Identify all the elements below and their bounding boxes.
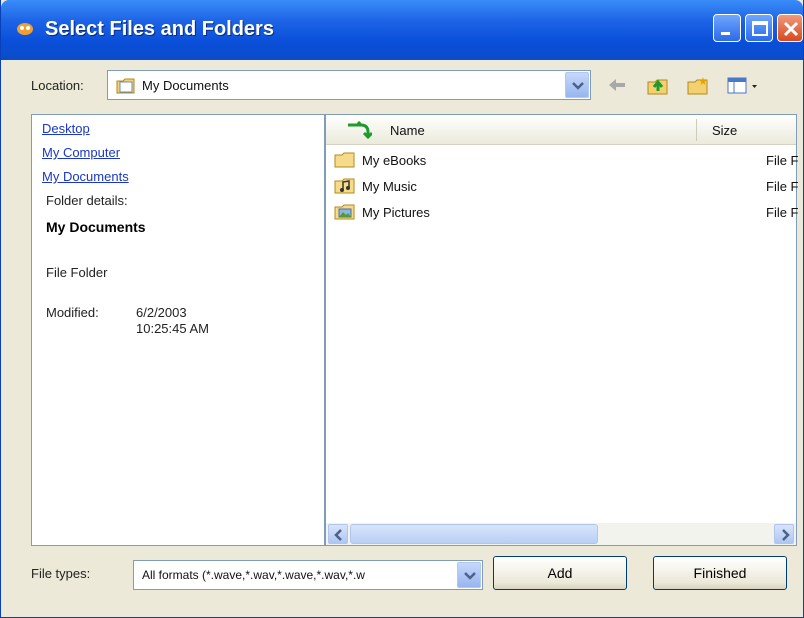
link-my-computer[interactable]: My Computer <box>42 145 120 160</box>
list-item[interactable]: My Pictures File F <box>332 201 799 225</box>
close-icon <box>783 21 799 37</box>
horizontal-scrollbar[interactable] <box>326 523 796 545</box>
new-folder-icon[interactable] <box>687 76 709 96</box>
chevron-down-icon <box>464 572 476 580</box>
title-bar[interactable]: Select Files and Folders <box>1 0 803 60</box>
scroll-thumb[interactable] <box>350 524 598 544</box>
file-types-label: File types: <box>31 566 91 581</box>
link-desktop[interactable]: Desktop <box>42 121 90 136</box>
chevron-down-icon <box>572 82 584 90</box>
location-dropdown-button[interactable] <box>565 72 589 98</box>
folder-details-label: Folder details: <box>46 193 128 208</box>
file-type: File F <box>766 153 799 168</box>
column-header: Name Size <box>326 115 796 145</box>
select-files-dialog: Select Files and Folders Location: My Do… <box>0 0 804 618</box>
file-type: File F <box>766 205 799 220</box>
chevron-left-icon <box>334 529 342 541</box>
location-dropdown[interactable]: My Documents <box>107 70 591 100</box>
scroll-right-button[interactable] <box>774 524 794 544</box>
modified-label: Modified: <box>46 305 99 320</box>
file-name: My eBooks <box>362 153 427 168</box>
list-item[interactable]: My Music File F <box>332 175 799 199</box>
file-name: My Pictures <box>362 205 430 220</box>
maximize-button[interactable] <box>745 14 773 42</box>
close-button[interactable] <box>777 14 803 42</box>
file-name: My Music <box>362 179 417 194</box>
location-value: My Documents <box>142 78 229 93</box>
file-types-dropdown-button[interactable] <box>457 562 481 588</box>
window-title: Select Files and Folders <box>45 18 274 40</box>
my-documents-icon <box>116 78 135 94</box>
view-menu-icon[interactable] <box>727 76 763 96</box>
folder-name: My Documents <box>46 219 146 235</box>
column-name[interactable]: Name <box>390 123 425 138</box>
list-item[interactable]: My eBooks File F <box>332 149 799 173</box>
link-my-documents[interactable]: My Documents <box>42 169 129 184</box>
file-types-dropdown[interactable]: All formats (*.wave,*.wav,*.wave,*.wav,*… <box>133 560 483 590</box>
minimize-icon <box>721 32 730 35</box>
maximize-icon <box>752 21 768 36</box>
minimize-button[interactable] <box>713 14 741 42</box>
add-button[interactable]: Add <box>493 556 627 590</box>
up-folder-icon[interactable] <box>647 76 669 96</box>
app-icon <box>17 23 33 35</box>
modified-date: 6/2/2003 <box>136 305 187 320</box>
file-type: File F <box>766 179 799 194</box>
folder-type: File Folder <box>46 265 108 280</box>
file-types-value: All formats (*.wave,*.wav,*.wave,*.wav,*… <box>142 568 365 582</box>
folder-details-pane: Desktop My Computer My Documents Folder … <box>31 114 325 546</box>
back-arrow-icon[interactable] <box>607 76 627 94</box>
location-label: Location: <box>31 78 84 93</box>
green-arrow-icon[interactable] <box>346 121 372 139</box>
music-folder-icon <box>334 178 355 194</box>
column-size[interactable]: Size <box>712 123 737 138</box>
finished-button[interactable]: Finished <box>653 556 787 590</box>
pictures-folder-icon <box>334 204 355 220</box>
chevron-right-icon <box>782 529 790 541</box>
file-list-pane[interactable]: Name Size My eBooks File F My Music File… <box>325 114 799 546</box>
modified-time: 10:25:45 AM <box>136 321 209 336</box>
scroll-left-button[interactable] <box>328 524 348 544</box>
folder-icon <box>334 152 355 168</box>
column-separator[interactable] <box>696 119 697 141</box>
